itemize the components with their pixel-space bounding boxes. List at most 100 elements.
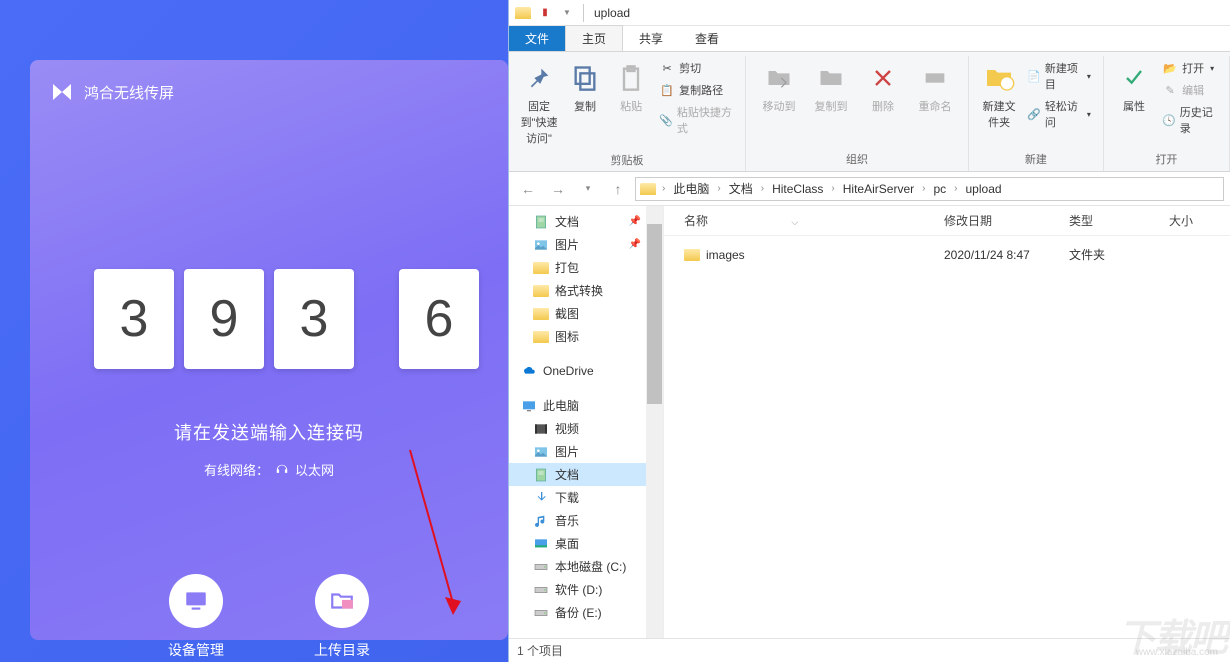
headphone-icon	[275, 463, 289, 477]
folder-upload-icon	[315, 574, 369, 628]
nav-back-button[interactable]: ←	[515, 176, 541, 202]
sidebar-item-0[interactable]: 文档📌	[509, 210, 663, 233]
scroll-thumb[interactable]	[647, 224, 662, 404]
new-folder-button[interactable]: 新建文件夹	[977, 58, 1021, 134]
folder-icon	[684, 249, 700, 261]
file-row-0[interactable]: images2020/11/24 8:47文件夹	[664, 236, 1230, 273]
device-manage-button[interactable]: 设备管理	[168, 574, 224, 660]
tab-view[interactable]: 查看	[679, 26, 735, 51]
code-digit-1: 3	[94, 269, 174, 369]
copy-to-button[interactable]: 复制到	[806, 58, 856, 118]
sidebar-item-label: OneDrive	[543, 364, 594, 378]
navigation-bar: ← → ▾ ↑ › 此电脑› 文档› HiteClass› HiteAirSer…	[509, 172, 1230, 206]
column-type[interactable]: 类型	[1059, 206, 1159, 235]
upload-dir-button[interactable]: 上传目录	[314, 574, 370, 660]
cut-button[interactable]: ✂剪切	[655, 58, 737, 78]
sidebar-item-12[interactable]: 音乐	[509, 509, 663, 532]
edit-button[interactable]: ✎编辑	[1158, 80, 1221, 100]
crumb-upload[interactable]: upload	[960, 182, 1008, 196]
sidebar-item-9[interactable]: 图片	[509, 440, 663, 463]
disk-icon	[533, 559, 549, 575]
explorer-titlebar: ▮ ▼ upload	[509, 0, 1230, 26]
sidebar-item-10[interactable]: 文档	[509, 463, 663, 486]
sidebar-item-3[interactable]: 格式转换	[509, 279, 663, 302]
crumb-this-pc[interactable]: 此电脑	[667, 180, 715, 197]
sidebar-item-11[interactable]: 下载	[509, 486, 663, 509]
nav-up-button[interactable]: ↑	[605, 176, 631, 202]
tab-home[interactable]: 主页	[565, 25, 623, 51]
titlebar-dropdown-icon[interactable]: ▼	[557, 3, 577, 23]
edit-icon: ✎	[1162, 82, 1178, 98]
nav-forward-button[interactable]: →	[545, 176, 571, 202]
pic-icon	[533, 237, 549, 253]
open-menu-button[interactable]: 📂打开▾	[1158, 58, 1221, 78]
history-button[interactable]: 🕓历史记录	[1158, 102, 1221, 138]
sidebar-item-label: 本地磁盘 (C:)	[555, 558, 626, 575]
column-size[interactable]: 大小	[1159, 206, 1219, 235]
instruction-text: 请在发送端输入连接码	[50, 419, 488, 445]
cut-icon: ✂	[659, 60, 675, 76]
tab-file[interactable]: 文件	[509, 26, 565, 51]
folder-icon	[533, 260, 549, 276]
wireless-cast-app: 鸿合无线传屏 3 9 3 6 请在发送端输入连接码 有线网络： 以太网 设备管理…	[30, 60, 508, 640]
crumb-documents[interactable]: 文档	[723, 180, 759, 197]
app-logo-icon	[50, 80, 74, 104]
sidebar-item-label: 下载	[555, 489, 579, 506]
sidebar-item-label: 文档	[555, 466, 579, 483]
breadcrumb[interactable]: › 此电脑› 文档› HiteClass› HiteAirServer› pc›…	[635, 177, 1224, 201]
rename-icon	[919, 62, 951, 94]
action-buttons-row: 设备管理 上传目录	[50, 574, 488, 660]
tab-share[interactable]: 共享	[623, 26, 679, 51]
pin-to-quick-access-button[interactable]: 固定到"快速访问"	[517, 58, 561, 150]
sidebar-item-label: 桌面	[555, 535, 579, 552]
doc-icon	[533, 214, 549, 230]
status-bar: 1 个项目	[509, 638, 1230, 662]
sidebar-item-7[interactable]: 此电脑	[509, 394, 663, 417]
properties-button[interactable]: 属性	[1112, 58, 1156, 118]
folder-icon	[513, 3, 533, 23]
sidebar-scrollbar[interactable]	[646, 206, 663, 638]
sidebar-item-2[interactable]: 打包	[509, 256, 663, 279]
crumb-pc[interactable]: pc	[927, 182, 952, 196]
column-name[interactable]: 名称 ⌵	[664, 206, 934, 235]
copy-button[interactable]: 复制	[563, 58, 607, 118]
sidebar-item-15[interactable]: 软件 (D:)	[509, 578, 663, 601]
copy-path-button[interactable]: 📋复制路径	[655, 80, 737, 100]
sidebar-item-17[interactable]: 网络	[509, 636, 663, 638]
easy-access-button[interactable]: 🔗轻松访问▾	[1023, 96, 1095, 132]
paste-button[interactable]: 粘贴	[609, 58, 653, 118]
file-explorer-window: ▮ ▼ upload 文件 主页 共享 查看 固定到"快速访问" 复制	[508, 0, 1230, 662]
sidebar-item-5[interactable]: 图标	[509, 325, 663, 348]
folder-icon	[533, 329, 549, 345]
ribbon-tabs: 文件 主页 共享 查看	[509, 26, 1230, 52]
paste-shortcut-button[interactable]: 📎粘贴快捷方式	[655, 102, 737, 138]
new-item-button[interactable]: 📄新建项目▾	[1023, 58, 1095, 94]
sidebar-item-label: 文档	[555, 213, 579, 230]
sidebar-item-6[interactable]: OneDrive	[509, 360, 663, 382]
paste-shortcut-icon: 📎	[659, 112, 673, 128]
crumb-hiteclass[interactable]: HiteClass	[766, 182, 829, 196]
delete-button[interactable]: 删除	[858, 58, 908, 118]
sidebar-item-1[interactable]: 图片📌	[509, 233, 663, 256]
copy-path-icon: 📋	[659, 82, 675, 98]
ribbon-group-clipboard: 固定到"快速访问" 复制 粘贴 ✂剪切 📋复制路径 📎粘贴快捷方式 剪贴板	[509, 56, 746, 171]
nav-recent-dropdown[interactable]: ▾	[575, 176, 601, 202]
sidebar-item-13[interactable]: 桌面	[509, 532, 663, 555]
move-to-icon	[763, 62, 795, 94]
connection-code: 3 9 3 6	[50, 269, 488, 369]
copy-to-icon	[815, 62, 847, 94]
sidebar-item-label: 打包	[555, 259, 579, 276]
crumb-hiteairserver[interactable]: HiteAirServer	[837, 182, 920, 196]
sidebar-item-label: 此电脑	[543, 397, 579, 414]
rename-button[interactable]: 重命名	[910, 58, 960, 118]
sidebar-item-16[interactable]: 备份 (E:)	[509, 601, 663, 624]
column-date[interactable]: 修改日期	[934, 206, 1059, 235]
ribbon: 固定到"快速访问" 复制 粘贴 ✂剪切 📋复制路径 📎粘贴快捷方式 剪贴板	[509, 52, 1230, 172]
sidebar-item-14[interactable]: 本地磁盘 (C:)	[509, 555, 663, 578]
sidebar-item-8[interactable]: 视频	[509, 417, 663, 440]
titlebar-divider-icon: ▮	[535, 3, 555, 23]
sidebar-item-label: 视频	[555, 420, 579, 437]
file-list: 名称 ⌵ 修改日期 类型 大小 images2020/11/24 8:47文件夹	[664, 206, 1230, 638]
sidebar-item-4[interactable]: 截图	[509, 302, 663, 325]
move-to-button[interactable]: 移动到	[754, 58, 804, 118]
